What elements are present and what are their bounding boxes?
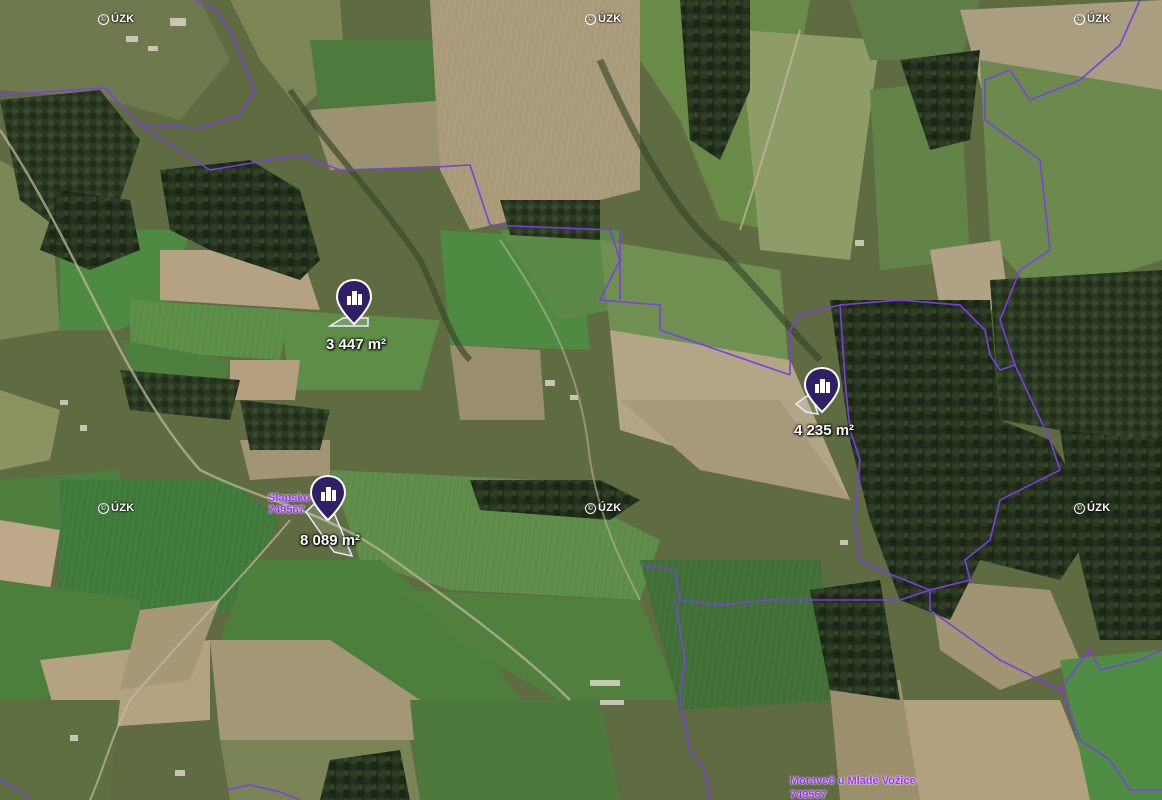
attribution-watermark: © ÚZK	[1074, 502, 1111, 514]
parcel-area-label: 3 447 m²	[326, 336, 387, 353]
parcel-area-label: 4 235 m²	[794, 422, 855, 439]
map-pin-icon	[309, 474, 347, 522]
parcel-area-label: 8 089 m²	[300, 532, 361, 549]
satellite-imagery	[0, 0, 1162, 800]
attribution-watermark: © ÚZK	[98, 13, 135, 25]
parcel-marker-b[interactable]	[802, 366, 842, 414]
map-pin-icon	[335, 278, 373, 326]
satellite-map[interactable]: © ÚZK © ÚZK © ÚZK © ÚZK © ÚZK © ÚZK Slapsko 74…	[0, 0, 1162, 800]
map-pin-icon	[803, 366, 841, 414]
parcel-marker-c[interactable]	[308, 474, 348, 522]
parcel-marker-a[interactable]	[334, 278, 374, 326]
cadastral-area-label: Slapsko 749567	[268, 492, 311, 516]
attribution-watermark: © ÚZK	[585, 502, 622, 514]
attribution-watermark: © ÚZK	[585, 13, 622, 25]
attribution-watermark: © ÚZK	[98, 502, 135, 514]
attribution-watermark: © ÚZK	[1074, 13, 1111, 25]
cadastral-area-label: Moraveč u Mladé Vožice 749567	[790, 775, 916, 800]
